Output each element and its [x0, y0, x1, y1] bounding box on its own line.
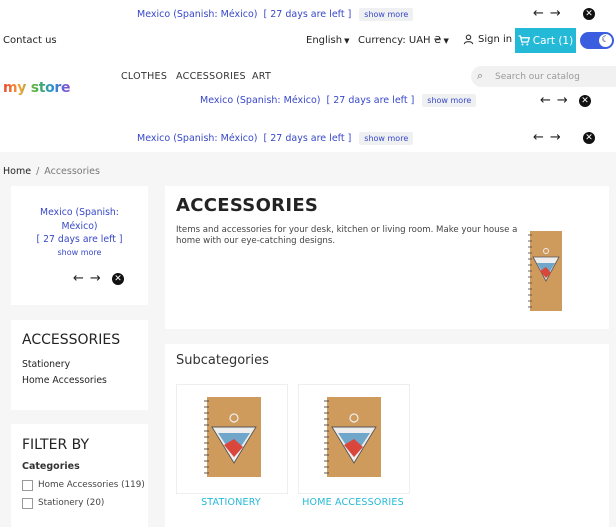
banner-name: Mexico (Spanish: México): [200, 95, 321, 106]
caret-down-icon: ▼: [344, 37, 350, 45]
store-logo[interactable]: my store: [3, 80, 71, 96]
sidebar-banner-card: Mexico (Spanish: México) [ 27 days are l…: [11, 186, 148, 305]
subcategory-home-accessories-thumb[interactable]: [298, 384, 410, 494]
breadcrumb: Home / Accessories: [3, 166, 100, 177]
language-selector[interactable]: English ▼: [306, 35, 350, 46]
banner-days-left: [ 27 days are left ]: [263, 9, 352, 20]
banner-days-left: [ 27 days are left ]: [326, 95, 415, 106]
filter-categories-label: Categories: [22, 461, 80, 472]
sidebar-link-stationery[interactable]: Stationery: [22, 359, 70, 370]
nav-clothes[interactable]: CLOTHES: [121, 71, 167, 82]
caret-down-icon: ▼: [443, 37, 449, 45]
filter-checkbox-stationery[interactable]: [22, 498, 33, 509]
notebook-image: [324, 397, 381, 477]
banner-arrows: ← →: [533, 131, 561, 144]
language-value: English: [306, 35, 343, 46]
search-input[interactable]: [493, 69, 616, 85]
search-icon[interactable]: ⌕: [477, 69, 483, 83]
arrow-right-icon[interactable]: →: [557, 94, 568, 107]
logo-text: my store: [3, 80, 71, 96]
promo-banner-header-bottom: Mexico (Spanish: México) [ 27 days are l…: [137, 132, 414, 145]
notebook-image: [204, 397, 261, 477]
banner-name: Mexico (Spanish: México): [137, 9, 258, 20]
arrow-left-icon[interactable]: ←: [540, 94, 551, 107]
nav-accessories[interactable]: ACCESSORIES: [176, 71, 246, 82]
sign-in-label: Sign in: [478, 34, 513, 45]
breadcrumb-home[interactable]: Home: [3, 166, 31, 177]
arrow-right-icon[interactable]: →: [550, 131, 561, 144]
page-title: ACCESSORIES: [176, 195, 319, 216]
show-more-button[interactable]: show more: [11, 247, 148, 259]
promo-banner-top: Mexico (Spanish: México) [ 27 days are l…: [137, 8, 414, 21]
breadcrumb-current: Accessories: [44, 166, 100, 177]
dark-mode-toggle[interactable]: ☾: [580, 32, 614, 49]
contact-us-link[interactable]: Contact us: [3, 35, 57, 46]
category-description: Items and accessories for your desk, kit…: [176, 225, 518, 246]
arrow-right-icon[interactable]: →: [90, 272, 101, 285]
nav-art[interactable]: ART: [252, 71, 271, 82]
banner-name-line1: Mexico (Spanish:: [40, 207, 119, 218]
moon-icon: ☾: [599, 34, 612, 47]
arrow-left-icon[interactable]: ←: [533, 131, 544, 144]
banner-arrows: ← →: [540, 94, 568, 107]
subcategories-title: Subcategories: [176, 353, 269, 368]
cart-label: Cart (1): [532, 34, 574, 47]
show-more-button[interactable]: show more: [422, 94, 477, 107]
arrow-left-icon[interactable]: ←: [533, 7, 544, 20]
filter-label-stationery[interactable]: Stationery (20): [38, 498, 104, 508]
cart-icon: [518, 35, 530, 46]
close-icon[interactable]: ✕: [583, 8, 595, 20]
breadcrumb-separator: /: [36, 166, 40, 177]
user-icon: [463, 34, 474, 45]
currency-selector[interactable]: Currency: UAH ₴ ▼: [358, 35, 449, 46]
close-icon[interactable]: ✕: [583, 132, 595, 144]
banner-arrows: ← →: [73, 272, 101, 285]
cart-button[interactable]: Cart (1): [515, 28, 576, 53]
banner-days-left: [ 27 days are left ]: [36, 234, 123, 245]
sign-in-link[interactable]: Sign in: [463, 34, 512, 45]
sidebar-title: ACCESSORIES: [22, 332, 121, 348]
close-icon[interactable]: ✕: [112, 273, 124, 285]
banner-name-line2: México): [61, 220, 98, 232]
arrow-left-icon[interactable]: ←: [73, 272, 84, 285]
sidebar-link-home-accessories[interactable]: Home Accessories: [22, 375, 107, 386]
subcategory-stationery-thumb[interactable]: [176, 384, 288, 494]
filter-checkbox-home-accessories[interactable]: [22, 480, 33, 491]
banner-name: Mexico (Spanish: México): [137, 133, 258, 144]
notebook-image: [528, 231, 562, 311]
promo-banner-nav: Mexico (Spanish: México) [ 27 days are l…: [200, 94, 477, 107]
show-more-button[interactable]: show more: [359, 8, 414, 21]
arrow-right-icon[interactable]: →: [550, 7, 561, 20]
sidebar-banner-text: Mexico (Spanish: México) [ 27 days are l…: [11, 206, 148, 259]
filter-title: FILTER BY: [22, 437, 90, 453]
currency-value: Currency: UAH ₴: [358, 35, 442, 46]
banner-days-left: [ 27 days are left ]: [263, 133, 352, 144]
show-more-button[interactable]: show more: [359, 132, 414, 145]
subcategory-stationery-link[interactable]: STATIONERY: [176, 497, 286, 508]
close-icon[interactable]: ✕: [579, 95, 591, 107]
banner-arrows: ← →: [533, 7, 561, 20]
filter-label-home-accessories[interactable]: Home Accessories (119): [38, 480, 145, 490]
search-box: ⌕: [471, 66, 616, 87]
subcategory-home-accessories-link[interactable]: HOME ACCESSORIES: [298, 497, 408, 508]
